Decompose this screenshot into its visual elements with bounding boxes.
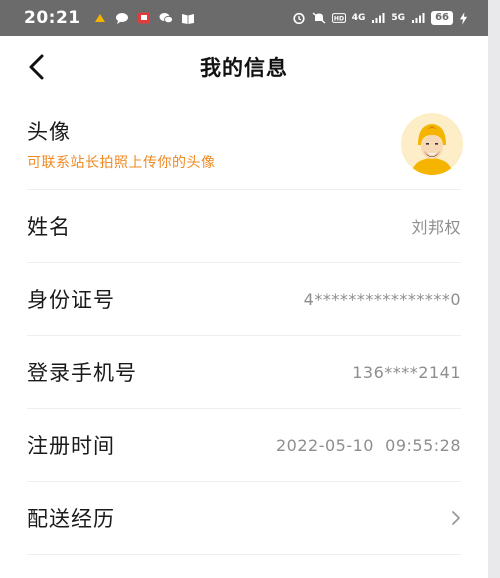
battery-level: 66 bbox=[431, 11, 453, 25]
page-title: 我的信息 bbox=[200, 56, 288, 80]
signal-icon-1 bbox=[372, 13, 385, 23]
alarm-icon bbox=[293, 12, 305, 24]
charging-icon bbox=[459, 11, 468, 25]
phone-screen: 20:21 HD 4G 5G 66 我的信息 头像 可联系站长拍照上传你的头像 … bbox=[0, 0, 500, 578]
status-bar-right: HD 4G 5G 66 bbox=[292, 11, 468, 25]
row-id-number[interactable]: 身份证号 4****************0 bbox=[27, 263, 461, 336]
svg-text:HD: HD bbox=[334, 16, 344, 23]
courier-avatar-icon bbox=[401, 112, 463, 175]
row-name-value: 刘邦权 bbox=[411, 218, 461, 237]
avatar-row[interactable]: 头像 可联系站长拍照上传你的头像 bbox=[27, 98, 463, 190]
avatar[interactable] bbox=[401, 112, 463, 175]
info-list: 头像 可联系站长拍照上传你的头像 姓名 刘邦权 身份证号 4**********… bbox=[0, 98, 488, 555]
row-name[interactable]: 姓名 刘邦权 bbox=[27, 190, 461, 263]
app-badge-icon bbox=[137, 12, 150, 24]
row-register-time[interactable]: 注册时间 2022-05-10 09:55:28 bbox=[27, 409, 461, 482]
wechat-icon bbox=[159, 13, 173, 24]
row-delivery-experience[interactable]: 配送经历 bbox=[27, 482, 461, 555]
message-icon bbox=[115, 13, 128, 24]
chevron-right-icon bbox=[449, 508, 463, 528]
row-delivery-experience-label: 配送经历 bbox=[27, 507, 115, 531]
nav-bar: 我的信息 bbox=[0, 36, 488, 98]
back-button[interactable] bbox=[22, 51, 52, 83]
status-bar-left: 20:21 bbox=[24, 8, 195, 28]
row-login-phone-value: 136****2141 bbox=[352, 362, 461, 382]
avatar-text-group: 头像 可联系站长拍照上传你的头像 bbox=[27, 116, 216, 172]
row-login-phone[interactable]: 登录手机号 136****2141 bbox=[27, 336, 461, 409]
avatar-label: 头像 bbox=[27, 119, 71, 144]
row-id-number-value: 4****************0 bbox=[303, 289, 461, 309]
row-register-time-label: 注册时间 bbox=[27, 434, 115, 458]
signal-icon-2 bbox=[412, 13, 425, 23]
chevron-left-icon bbox=[29, 54, 44, 80]
network-4g-label: 4G bbox=[351, 12, 366, 23]
book-icon bbox=[181, 14, 194, 24]
row-name-label: 姓名 bbox=[27, 215, 71, 239]
row-login-phone-label: 登录手机号 bbox=[27, 361, 137, 385]
notification-app-icon bbox=[94, 14, 105, 22]
avatar-hint: 可联系站长拍照上传你的头像 bbox=[27, 154, 216, 171]
row-id-number-label: 身份证号 bbox=[27, 288, 115, 312]
row-register-time-value: 2022-05-10 09:55:28 bbox=[275, 435, 461, 455]
network-5g-label: 5G bbox=[391, 12, 406, 23]
status-time: 20:21 bbox=[24, 8, 81, 28]
status-bar: 20:21 HD 4G 5G 66 bbox=[0, 0, 488, 36]
mute-icon bbox=[312, 12, 326, 24]
hd-icon: HD bbox=[331, 13, 346, 23]
